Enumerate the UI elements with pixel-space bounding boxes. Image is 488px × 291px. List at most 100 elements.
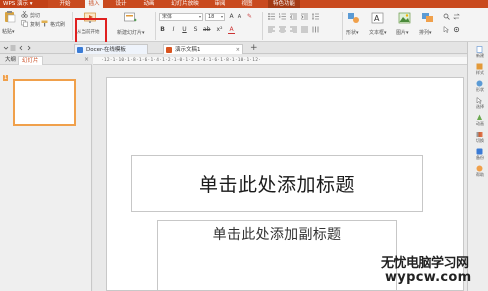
textbox-icon[interactable]: A [371,12,384,24]
align-left-icon[interactable] [268,26,275,33]
superscript-icon[interactable]: x² [216,26,223,34]
subtitle-placeholder[interactable]: 单击此处添加副标题 [157,220,397,291]
help-icon [476,165,483,172]
menu-tab-review[interactable]: 审阅 [211,0,229,8]
align-right-icon[interactable] [290,26,297,33]
task-backup[interactable]: 备份 [470,148,488,162]
new-slide-button[interactable]: 新建幻灯片▾ [117,29,145,36]
arrange-button[interactable]: 排列▾ [419,29,432,36]
shape-icon[interactable] [347,12,360,24]
task-style[interactable]: 样式 [470,63,488,77]
task-label: 形状 [476,87,484,92]
menu-tab-home[interactable]: 开始 [56,0,74,8]
line-spacing-icon[interactable] [312,13,319,20]
chevron-right-icon[interactable] [26,45,32,51]
arrange-icon[interactable] [421,12,434,24]
dropdown-arrow-icon[interactable] [3,45,9,51]
menu-tab-features[interactable]: 特色功能 [268,0,300,8]
app-menu-button[interactable]: WPS 演示 ▾ [0,0,48,8]
font-size-combo[interactable]: 18 ▾ [205,13,225,21]
settings-icon[interactable] [453,26,460,33]
svg-text:A: A [374,14,380,23]
new-slide-icon[interactable] [124,12,137,24]
decrease-font-icon[interactable]: A [236,13,243,21]
numbered-list-icon[interactable] [279,13,286,20]
transition-icon [476,132,483,137]
site-watermark: 无忧电脑学习网 wypcw.com [381,252,485,290]
menu-tab-insert[interactable]: 插入 [85,0,103,8]
task-shape[interactable]: 形状 [470,80,488,94]
underline-icon[interactable]: U [181,26,188,34]
font-color-icon[interactable]: A [228,26,235,34]
text-direction-icon[interactable] [312,26,319,33]
task-select[interactable]: 选择 [470,97,488,111]
clear-format-icon[interactable]: ✎ [246,13,253,21]
replace-icon[interactable] [453,13,460,20]
align-center-icon[interactable] [279,26,286,33]
ribbon-separator [72,12,73,40]
presentation-icon [166,47,172,53]
picture-button[interactable]: 图片▾ [396,29,409,36]
format-painter-button[interactable]: 格式刷 [50,21,65,28]
task-animation[interactable]: 动画 [470,114,488,128]
paste-label: 粘贴 [2,29,13,35]
increase-font-icon[interactable]: A [228,13,235,21]
task-transition[interactable]: 切换 [470,131,488,145]
new-tab-button[interactable]: + [250,43,258,53]
copy-button[interactable]: 复制 [30,21,40,28]
strikethrough-icon[interactable]: ab [203,26,211,34]
doc-tab-docer[interactable]: Docer-在线模板 [74,44,148,54]
tab-outline[interactable]: 大纲 [2,56,19,65]
bullet-list-icon[interactable] [268,13,275,20]
doc-tab-label: 演示文稿1 [175,47,201,53]
indent-decrease-icon[interactable] [290,13,297,20]
ribbon-separator [155,12,156,40]
cut-icon[interactable] [21,11,28,18]
close-icon[interactable]: × [84,56,89,63]
menu-tab-slideshow[interactable]: 幻灯片放映 [167,0,203,8]
menu-tab-view[interactable]: 视图 [238,0,256,8]
indent-increase-icon[interactable] [301,13,308,20]
horizontal-ruler: ·12·1·10·1·8·1·6·1·4·1·2·1·0·1·2·1·4·1·6… [93,57,467,65]
italic-icon[interactable]: I [170,26,177,34]
menu-bar: WPS 演示 ▾ 开始 插入 设计 动画 幻灯片放映 审阅 视图 特色功能 [0,0,488,8]
task-help[interactable]: 帮助 [470,165,488,179]
slide-thumbnail[interactable] [13,79,76,126]
shape-button[interactable]: 形状▾ [346,29,359,36]
task-label: 新建 [476,53,484,58]
task-label: 帮助 [476,172,484,177]
list-icon[interactable] [10,45,16,51]
close-icon[interactable]: × [236,45,240,55]
select-icon[interactable] [443,26,450,33]
slide-navigation-pane: 大纲 幻灯片 × 1 [0,55,92,291]
backup-icon [476,148,483,155]
animation-icon [477,114,482,120]
select-icon [476,97,483,104]
task-new[interactable]: 新建 [470,46,488,60]
picture-label: 图片 [396,30,407,36]
doc-tab-presentation[interactable]: 演示文稿1 × [163,44,243,54]
menu-tab-design[interactable]: 设计 [112,0,130,8]
cut-button[interactable]: 剪切 [30,12,40,19]
font-name-combo[interactable]: 宋体 ▾ [159,13,203,21]
font-name-value: 宋体 [162,14,173,20]
format-painter-icon[interactable] [41,20,48,27]
task-label: 动画 [476,121,484,126]
tab-slides[interactable]: 幻灯片 [18,56,43,65]
menu-tab-animation[interactable]: 动画 [140,0,158,8]
new-icon [476,46,483,53]
textbox-button[interactable]: 文本框▾ [369,29,387,36]
arrange-label: 排列 [419,30,430,36]
paste-icon[interactable] [3,11,16,23]
shadow-text-icon[interactable]: S [192,26,199,34]
justify-icon[interactable] [301,26,308,33]
bold-icon[interactable]: B [159,26,166,34]
paste-button[interactable]: 粘贴▾ [2,28,15,35]
find-icon[interactable] [443,13,450,20]
copy-icon[interactable] [21,20,28,27]
ribbon-separator [262,12,263,40]
title-placeholder[interactable]: 单击此处添加标题 [131,155,423,212]
picture-icon[interactable] [398,12,411,24]
chevron-down-icon: ▾ [198,14,201,19]
chevron-left-icon[interactable] [18,45,24,51]
